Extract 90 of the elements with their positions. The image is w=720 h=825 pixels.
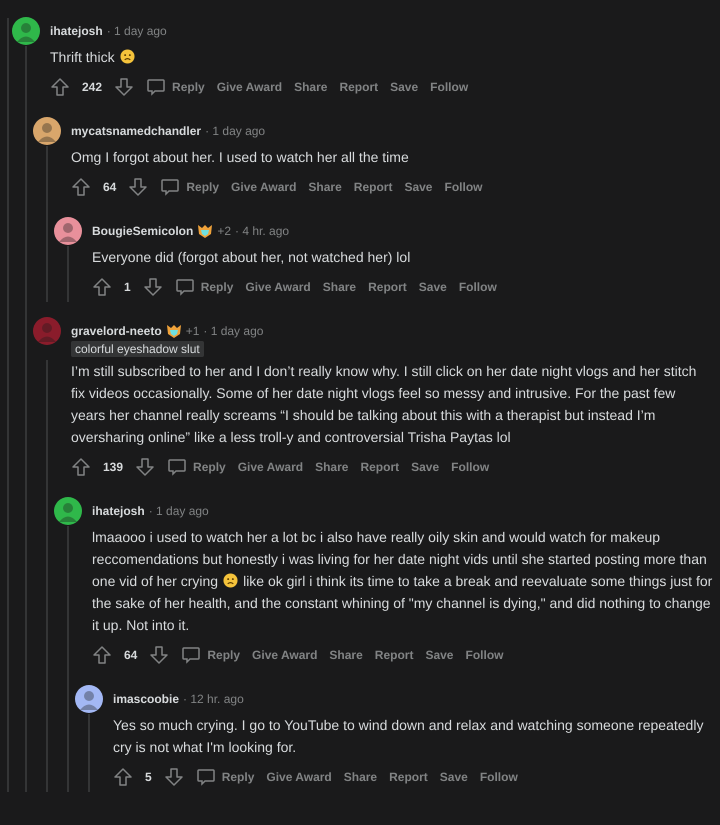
vote-count: 242	[82, 80, 102, 94]
username[interactable]: ihatejosh	[92, 504, 145, 518]
comment-action[interactable]: Follow	[430, 80, 468, 94]
upvote-button[interactable]	[71, 177, 91, 197]
comment-text: Omg I forgot about her. I used to watch her all the time	[71, 148, 410, 167]
downvote-button[interactable]	[114, 77, 134, 97]
comment-text: lmaaooo i used to watch her a lot bc i also have really oily skin and would watch for makeup reccomendations but honestly i was living for her date night vids until she started posting more than one vid of her crying like ok girl i think its time to take a break and reevaluate some things just for the sake of her health, and the constant whining of "my channel is dying," and did nothing to change it up. Not into it.	[92, 528, 714, 635]
timestamp: · 1 day ago	[205, 124, 266, 138]
avatar-icon[interactable]	[54, 497, 82, 525]
downvote-button[interactable]	[142, 277, 163, 297]
upvote-button[interactable]	[113, 767, 133, 787]
comment-action[interactable]: Reply	[196, 767, 254, 787]
comment-action[interactable]: Report	[339, 80, 378, 94]
frown-face-icon	[120, 49, 135, 64]
comment-text: Thrift thick	[50, 46, 676, 68]
avatar-icon[interactable]	[12, 17, 40, 45]
upvote-button[interactable]	[71, 457, 91, 477]
vote-count: 64	[103, 180, 116, 194]
username[interactable]: BougieSemicolon	[92, 224, 194, 238]
comment-action[interactable]: Give Award	[252, 648, 318, 662]
timestamp: · 1 day ago	[203, 324, 264, 338]
comment-action[interactable]: Share	[329, 648, 363, 662]
vote-count: 5	[145, 770, 152, 784]
comment-action[interactable]: Reply	[167, 457, 226, 477]
comment-action[interactable]: Give Award	[238, 460, 304, 474]
comment-action[interactable]: Follow	[480, 770, 518, 784]
comment-action[interactable]: Report	[360, 460, 400, 474]
comment-icon	[181, 645, 202, 665]
avatar-icon[interactable]	[54, 217, 82, 245]
comment-icon	[196, 767, 216, 787]
upvote-button[interactable]	[92, 645, 112, 665]
comment-action[interactable]: Save	[425, 648, 454, 662]
comment-icon	[174, 277, 195, 297]
comment-action[interactable]: Save	[440, 770, 468, 784]
comment-action[interactable]: Save	[404, 180, 432, 194]
comment-action[interactable]: Report	[374, 648, 414, 662]
comment-action[interactable]: Share	[322, 280, 356, 294]
comment-action[interactable]: Follow	[458, 280, 497, 294]
comment-action[interactable]: Reply	[181, 645, 240, 665]
vote-count: 139	[103, 460, 124, 474]
comment-action[interactable]: Save	[411, 460, 440, 474]
downvote-button[interactable]	[149, 645, 170, 665]
comment-action[interactable]: Reply	[146, 77, 205, 97]
timestamp: · 12 hr. ago	[183, 692, 244, 706]
comment-action[interactable]: Follow	[465, 648, 504, 662]
upvote-button[interactable]	[50, 77, 70, 97]
comment-action[interactable]: Share	[344, 770, 378, 784]
award-icon	[197, 224, 214, 238]
comment-action[interactable]: Give Award	[231, 180, 296, 194]
timestamp: · 4 hr. ago	[235, 224, 290, 238]
username[interactable]: gravelord-neeto	[71, 324, 162, 338]
comment-icon	[160, 177, 180, 197]
comment-action[interactable]: Save	[390, 80, 418, 94]
comment-action[interactable]: Report	[354, 180, 392, 194]
award-count: +2	[217, 224, 232, 238]
comment-action[interactable]: Reply	[160, 177, 220, 197]
downvote-button[interactable]	[164, 767, 184, 787]
comment-action[interactable]: Follow	[444, 180, 482, 194]
comment-action[interactable]: Reply	[174, 277, 234, 297]
frown-face-icon	[223, 573, 238, 588]
comment-action[interactable]: Report	[389, 770, 428, 784]
vote-count: 64	[124, 648, 138, 662]
username[interactable]: ihatejosh	[50, 24, 103, 38]
comment-text: Yes so much crying. I go to YouTube to wind down and relax and watching someone repeatedly cry is not what I'm looking for.	[113, 716, 704, 757]
downvote-button[interactable]	[128, 177, 148, 197]
comment-action[interactable]: Report	[368, 280, 407, 294]
upvote-button[interactable]	[92, 277, 112, 297]
comment-action[interactable]: Share	[308, 180, 342, 194]
avatar-icon[interactable]	[33, 117, 61, 145]
comment-action[interactable]: Share	[294, 80, 328, 94]
comment-action[interactable]: Follow	[451, 460, 490, 474]
vote-count: 1	[124, 280, 131, 294]
timestamp: · 1 day ago	[106, 24, 167, 38]
comment-action[interactable]: Save	[418, 280, 447, 294]
award-count: +1	[186, 324, 200, 338]
username[interactable]: mycatsnamedchandler	[71, 124, 202, 138]
comment-action[interactable]: Share	[315, 460, 348, 474]
award-icon	[166, 324, 182, 338]
comment-action[interactable]: Give Award	[245, 280, 311, 294]
avatar-icon[interactable]	[75, 685, 103, 713]
comment-text: I’m still subscribed to her and I don’t really know why. I still click on her date night vlogs and her stitch fix videos occasionally. Some of her date night vlogs feel so messy and intrusive. For the past few years her channel really screams “I should be talking about this with a therapist but instead I’m oversharing online” like a less troll-y and controversial Trisha Paytas lol	[71, 362, 697, 447]
user-flair: colorful eyeshadow slut	[71, 341, 204, 357]
timestamp: · 1 day ago	[148, 504, 209, 518]
comment-icon	[167, 457, 188, 477]
comment-action[interactable]: Give Award	[266, 770, 332, 784]
comment-icon	[146, 77, 166, 97]
downvote-button[interactable]	[135, 457, 156, 477]
comment-text: Everyone did (forgot about her, not watched her) lol	[92, 248, 412, 267]
username[interactable]: imascoobie	[113, 692, 180, 706]
comment-action[interactable]: Give Award	[216, 80, 282, 94]
